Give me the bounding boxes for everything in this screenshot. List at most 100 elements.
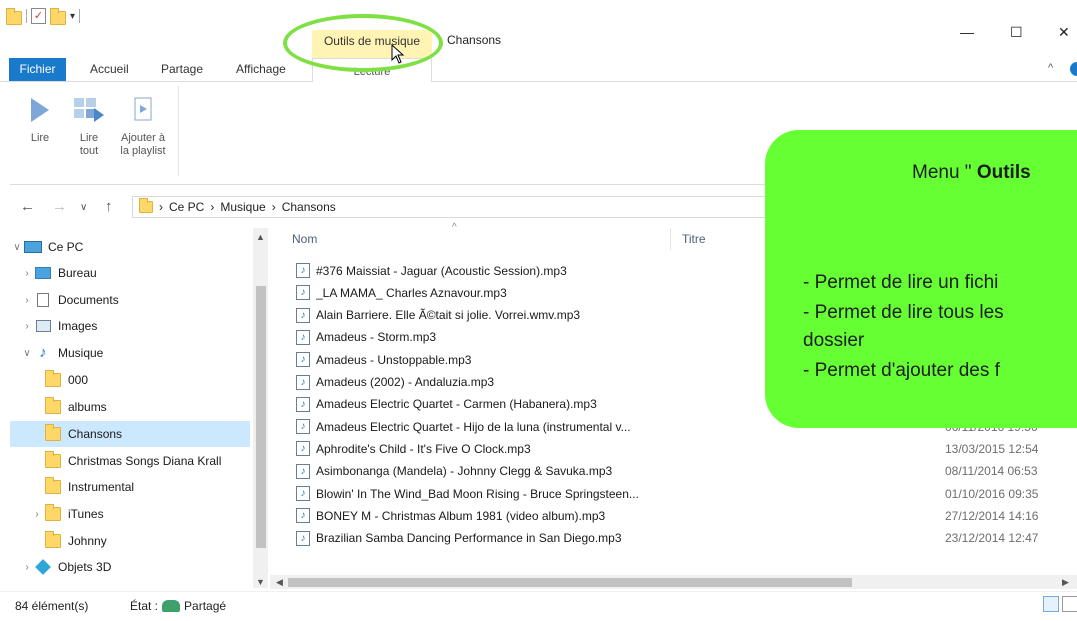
play-button[interactable]: Lire: [20, 88, 60, 145]
quick-access-toolbar: ✓ ▾: [6, 0, 81, 32]
tree-item-label: 000: [68, 373, 89, 387]
close-button[interactable]: ✕: [1058, 24, 1070, 41]
file-row[interactable]: ♪ Brazilian Samba Dancing Performance in …: [296, 527, 1076, 550]
ribbon-tabs: Fichier Accueil Partage Affichage Lectur…: [0, 58, 1077, 83]
tree-item-bureau[interactable]: › Bureau: [10, 260, 250, 286]
tree-item-ce-pc[interactable]: ∨ Ce PC: [10, 234, 250, 260]
up-arrow-icon[interactable]: ↑: [105, 198, 113, 215]
audio-file-icon: ♪: [296, 285, 310, 301]
status-bar: 84 élément(s) État : Partagé: [0, 591, 1077, 621]
folder-icon: [45, 397, 61, 414]
expand-icon[interactable]: ∨: [10, 242, 24, 253]
tab-partage[interactable]: Partage: [161, 62, 203, 76]
callout-line-2: - Permet de lire tous les: [803, 302, 1004, 323]
tree-item-musique[interactable]: ∨ ♪ Musique: [10, 340, 250, 366]
properties-icon[interactable]: ✓: [31, 8, 46, 24]
navigation-pane: ∨ Ce PC › Bureau › Documents › Images ∨ …: [10, 228, 268, 588]
file-row[interactable]: ♪ BONEY M - Christmas Album 1981 (video a…: [296, 504, 1076, 527]
tree-item-christmas-songs[interactable]: Christmas Songs Diana Krall: [10, 448, 255, 474]
audio-file-icon: ♪: [296, 419, 310, 435]
file-date: 13/03/2015 12:54: [945, 441, 1039, 456]
highlight-circle: [283, 14, 443, 72]
customize-toolbar-dropdown[interactable]: ▾: [70, 11, 75, 22]
folder-icon: [45, 370, 61, 387]
callout-line-3: dossier: [803, 330, 865, 351]
column-separator[interactable]: [670, 228, 671, 250]
new-folder-icon[interactable]: [50, 8, 66, 25]
back-arrow-icon[interactable]: ←: [20, 198, 35, 215]
add-to-playlist-button[interactable]: Ajouter à la playlist: [112, 88, 174, 158]
file-name: _LA MAMA_ Charles Aznavour.mp3: [316, 285, 507, 300]
audio-file-icon: ♪: [296, 352, 310, 368]
add-to-playlist-label-2: la playlist: [120, 145, 166, 157]
tree-item-itunes[interactable]: › iTunes: [10, 501, 250, 527]
tree-item-documents[interactable]: › Documents: [10, 287, 250, 313]
expand-icon[interactable]: ›: [20, 321, 34, 332]
state-value: Partagé: [184, 599, 227, 613]
breadcrumb-chansons[interactable]: Chansons: [282, 200, 336, 214]
play-label: Lire: [30, 132, 50, 144]
minimize-button[interactable]: —: [960, 24, 974, 40]
scroll-up-icon[interactable]: ▲: [256, 232, 265, 242]
callout-title-prefix: Menu ": [912, 162, 972, 183]
file-name: Brazilian Samba Dancing Performance in S…: [316, 531, 622, 546]
file-date: 27/12/2014 14:16: [945, 508, 1039, 523]
file-date: 08/11/2014 06:53: [945, 464, 1038, 479]
breadcrumb-musique[interactable]: Musique: [220, 200, 265, 214]
separator: [79, 9, 81, 23]
folder-icon[interactable]: [6, 8, 22, 25]
file-name: Amadeus (2002) - Andaluzia.mp3: [316, 375, 495, 389]
file-name: #376 Maissiat - Jaguar (Acoustic Session…: [316, 263, 567, 278]
tab-accueil[interactable]: Accueil: [90, 62, 129, 76]
tree-item-johnny[interactable]: Johnny: [10, 528, 250, 554]
file-name: BONEY M - Christmas Album 1981 (video al…: [316, 508, 606, 523]
pc-icon: [24, 241, 42, 253]
file-row[interactable]: ♪ Asimbonanga (Mandela) - Johnny Clegg & …: [296, 460, 1076, 483]
tree-item-images[interactable]: › Images: [10, 313, 250, 339]
column-header-titre[interactable]: Titre: [682, 232, 706, 246]
expand-icon[interactable]: ∨: [20, 348, 34, 359]
help-icon[interactable]: [1070, 62, 1077, 76]
play-all-button[interactable]: Lire tout: [68, 88, 110, 158]
images-icon: [35, 320, 51, 332]
column-header-nom[interactable]: Nom: [292, 232, 317, 246]
scroll-right-icon[interactable]: ▶: [1062, 577, 1069, 588]
mouse-cursor-icon: [391, 44, 405, 64]
expand-icon[interactable]: ›: [30, 509, 44, 520]
expand-icon[interactable]: ›: [20, 268, 34, 279]
audio-file-icon: ♪: [296, 530, 310, 546]
tree-item-instrumental[interactable]: Instrumental: [10, 474, 250, 500]
file-row[interactable]: ♪ Aphrodite's Child - It's Five O Clock.m…: [296, 437, 1076, 460]
file-name: Alain Barriere. Elle Ã©tait si jolie. Vo…: [316, 308, 581, 323]
play-icon: [20, 88, 60, 132]
recent-locations-icon[interactable]: ∨: [80, 202, 87, 213]
sort-ascending-icon: ^: [452, 222, 457, 233]
tree-item-objets-3d[interactable]: › Objets 3D: [10, 554, 250, 580]
scroll-down-icon[interactable]: ▼: [256, 577, 265, 587]
forward-arrow-icon[interactable]: →: [52, 198, 67, 215]
horizontal-scroll-thumb[interactable]: [288, 578, 852, 587]
3d-objects-icon: [35, 559, 51, 575]
folder-icon: [45, 424, 61, 441]
nav-pane-scroll-thumb[interactable]: [256, 286, 266, 548]
expand-icon[interactable]: ›: [20, 295, 34, 306]
tree-item-chansons[interactable]: Chansons: [10, 421, 250, 447]
breadcrumb-ce-pc[interactable]: Ce PC: [169, 200, 204, 214]
tree-item-label: Instrumental: [68, 480, 135, 494]
tree-item-label: Chansons: [68, 427, 123, 441]
share-state: État : Partagé: [130, 599, 226, 613]
maximize-button[interactable]: ☐: [1010, 24, 1023, 41]
file-row[interactable]: ♪ Blowin' In The Wind_Bad Moon Rising - B…: [296, 482, 1076, 505]
collapse-ribbon-icon[interactable]: ^: [1048, 62, 1053, 74]
details-view-icon[interactable]: [1043, 596, 1059, 612]
callout-title-bold: Outils: [976, 162, 1031, 183]
audio-file-icon: ♪: [296, 263, 310, 278]
separator: [26, 9, 27, 23]
expand-icon[interactable]: ›: [20, 562, 34, 573]
large-icons-view-icon[interactable]: [1062, 596, 1077, 612]
tab-fichier[interactable]: Fichier: [9, 58, 66, 81]
tree-item-albums[interactable]: albums: [10, 394, 250, 420]
tab-affichage[interactable]: Affichage: [236, 62, 286, 76]
tree-item-000[interactable]: 000: [10, 367, 250, 393]
scroll-left-icon[interactable]: ◀: [276, 577, 283, 588]
